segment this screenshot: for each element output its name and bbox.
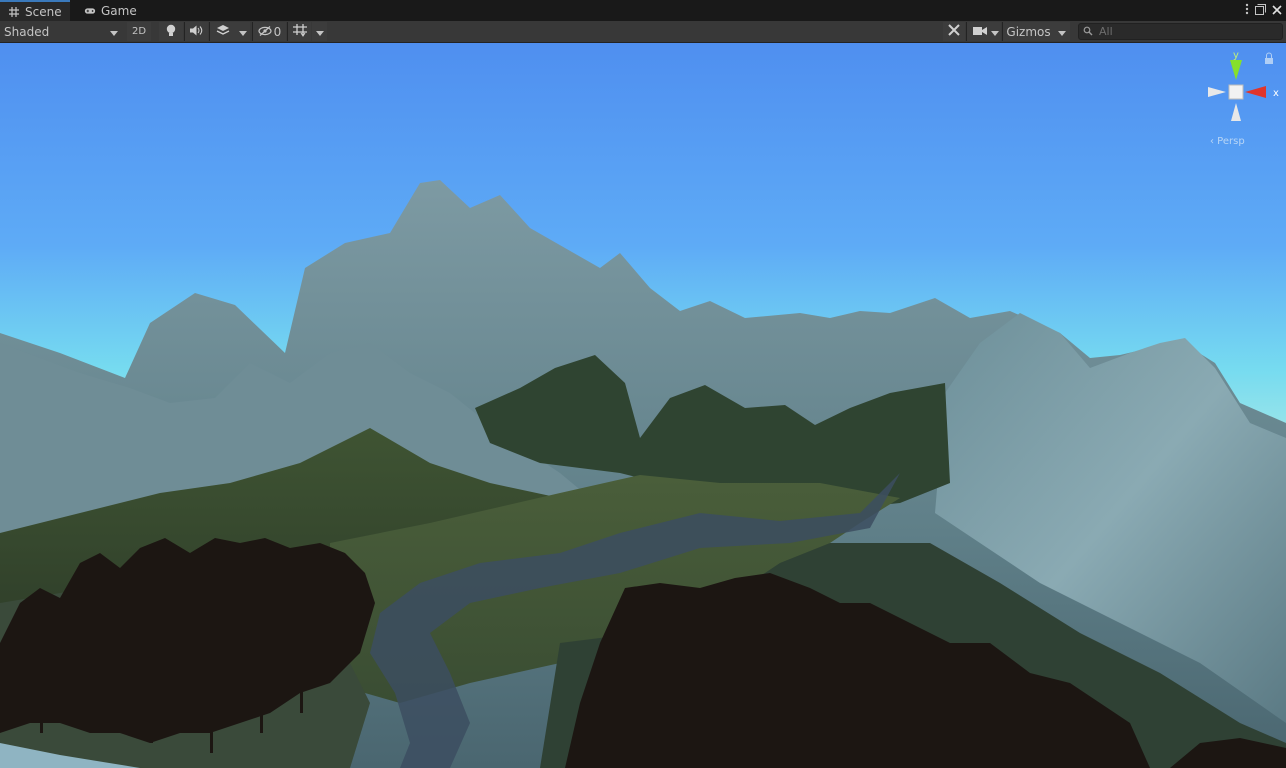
camera-icon [972,25,987,39]
gizmos-label: Gizmos [1006,24,1051,39]
tab-bar: Scene Game [0,0,1286,21]
chevron-down-icon [991,25,999,39]
scene-visibility-toggle[interactable]: 0 [252,22,286,41]
search-input[interactable] [1097,24,1271,39]
hierarchy-search-field[interactable] [1078,23,1283,40]
camera-dropdown[interactable] [989,22,1001,41]
maximize-icon[interactable] [1255,3,1266,18]
2d-toggle-label: 2D [131,26,147,37]
gizmo-center-cube[interactable] [1228,84,1244,100]
2d-toggle-button[interactable]: 2D [127,22,151,41]
grid-icon [8,6,20,18]
tab-scene-label: Scene [25,4,62,19]
layers-icon [216,24,230,39]
tab-game[interactable]: Game [76,0,145,21]
grid-dropdown[interactable] [312,22,327,41]
audio-toggle-button[interactable] [184,22,208,41]
tools-button[interactable] [943,22,965,41]
lightbulb-icon [166,24,176,40]
scene-toolbar: Shaded 2D 0 Gizmos All [0,21,1286,43]
speaker-icon [190,25,203,39]
hidden-eye-icon [258,25,272,39]
effects-toggle-button[interactable] [209,22,235,41]
hidden-count: 0 [273,24,282,39]
more-options-icon[interactable] [1245,3,1249,18]
chevron-down-icon [1058,25,1066,39]
grid-toggle-button[interactable] [287,22,311,41]
effects-dropdown[interactable] [235,22,250,41]
tab-game-label: Game [101,3,137,18]
grid-snap-icon [292,23,307,40]
shading-mode-label: Shaded [4,24,50,39]
terrain-render: y x [0,43,1286,768]
window-controls [1245,2,1282,19]
projection-toggle[interactable]: ‹ Persp [1210,136,1245,147]
gizmos-toggle-button[interactable]: Gizmos [1002,22,1054,41]
chevron-down-icon [110,25,118,39]
tools-icon [948,24,960,39]
scene-viewport[interactable]: y x ‹ Persp [0,43,1286,768]
gizmos-dropdown[interactable] [1054,22,1070,41]
search-icon [1083,25,1093,39]
gamepad-icon [84,5,96,17]
chevron-down-icon [238,25,247,39]
chevron-down-icon [315,25,324,39]
gizmo-x-label: x [1273,88,1279,99]
shading-mode-dropdown[interactable]: Shaded [0,22,122,41]
close-icon[interactable] [1272,4,1282,18]
tab-scene[interactable]: Scene [0,0,70,21]
lighting-toggle-button[interactable] [159,22,183,41]
gizmo-y-label: y [1233,50,1239,61]
